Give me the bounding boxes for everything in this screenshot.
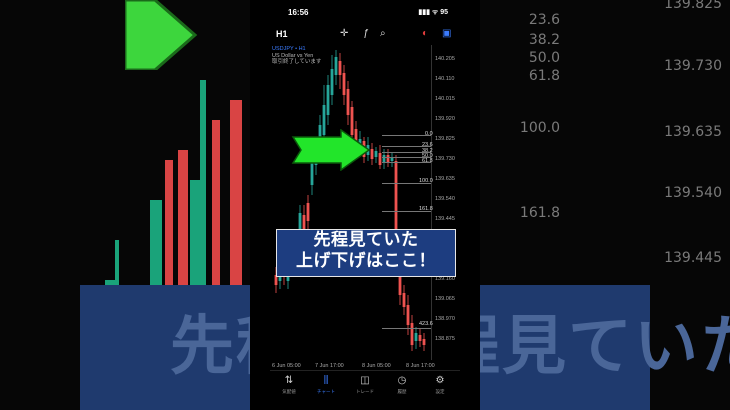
price-axis [431,45,460,360]
price-chart[interactable]: USDJPY • H1 US Dollar vs Yen 取引終了しています 1… [270,45,460,369]
candle-body [326,85,330,115]
nav-label: 設定 [435,389,445,394]
status-bar: 16:56 ▮▮▮ ᯤ 95 [270,7,460,19]
price-label: 139.065 [435,296,455,302]
nav-history[interactable]: ◷ 履歴 [384,375,420,395]
candle-body [410,323,414,345]
caption-line-1: 先程見ていた [313,230,419,250]
candle-body [402,293,406,307]
fib-level-label: 423.6 [419,321,433,327]
date-label: 7 Jun 17:00 [315,363,344,369]
bg-fib-price: 139.635 [664,124,722,140]
bg-fib-price: 139.730 [664,58,722,74]
objects-icon[interactable]: ⌕ [380,28,386,39]
bottom-navigation: ⇅ 気配値 ⫼ チャート ◫ トレード ◷ 履歴 ⚙ 設定 [270,370,460,410]
fib-level-label: 0.0 [425,131,433,137]
candle-body [330,69,334,95]
bg-fib-price: 139.445 [664,250,722,266]
candles [274,50,426,351]
candle-body [378,153,382,165]
nav-label: 履歴 [397,389,407,394]
candle-body [334,57,338,75]
price-label: 139.920 [435,116,455,122]
nav-label: トレード [356,389,374,394]
caption-line-2: 上げ下げはここ！ [296,251,436,271]
bg-fib-level: 23.6 [528,12,560,28]
history-icon: ◷ [397,375,407,386]
quotes-icon: ⇅ [284,375,294,386]
bg-fib-level: 61.8 [528,68,560,84]
caption-overlay: 先程見ていた 上げ下げはここ！ [276,229,456,277]
price-label: 140.205 [435,56,455,62]
candle-body [342,73,346,95]
background-right: 23.6 139.825 38.2 50.0 139.730 61.8 100.… [480,0,730,410]
price-label: 139.825 [435,136,455,142]
trade-icon[interactable]: ◐ [422,28,428,39]
date-label: 8 Jun 17:00 [406,363,435,369]
pointer-arrow-icon [291,129,371,171]
nav-label: 気配値 [282,389,296,394]
fib-line [382,328,431,329]
date-label: 6 Jun 05:00 [272,363,301,369]
candle-body [374,151,378,157]
status-icons: ▮▮▮ ᯤ 95 [418,9,448,16]
candle-body [406,305,410,325]
candle-body [370,149,374,159]
background-banner-text: 先程見ていた 上げ下げはここ！ [170,310,250,384]
price-label: 139.730 [435,156,455,162]
fib-level-label: 61.8 [422,158,433,164]
price-label: 139.540 [435,196,455,202]
bg-fib-level: 38.2 [528,32,560,48]
candle-body [306,203,310,221]
price-label: 140.015 [435,96,455,102]
price-label: 138.970 [435,316,455,322]
bg-fib-level: 50.0 [528,50,560,66]
trade-chart-icon: ◫ [360,375,370,386]
candle-body [414,333,418,341]
phone-screen: 16:56 ▮▮▮ ᯤ 95 H1 ✛ ƒ ⌕ ◐ ▣ USDJPY • H1 … [270,0,460,410]
nav-settings[interactable]: ⚙ 設定 [422,375,458,395]
nav-quotes[interactable]: ⇅ 気配値 [271,375,307,395]
date-label: 8 Jun 05:00 [362,363,391,369]
fib-level-label: 100.0 [419,178,433,184]
background-banner-text-right: 先程見ていた 上げ下げはここ！ [480,310,730,384]
connection-icon[interactable]: ▣ [442,28,451,39]
price-label: 139.635 [435,176,455,182]
nav-chart[interactable]: ⫼ チャート [308,375,344,395]
candle-body [346,89,350,115]
price-label: 140.110 [435,76,455,82]
timeframe-button[interactable]: H1 [276,29,288,39]
settings-icon: ⚙ [435,375,445,386]
crosshair-icon[interactable]: ✛ [340,28,348,39]
background-candles [105,80,242,320]
chart-icon: ⫼ [323,375,329,386]
bg-fib-level: 161.8 [519,205,560,221]
candle-body [422,339,426,345]
bg-fib-price: 139.825 [664,0,722,12]
nav-label: チャート [317,389,335,394]
candle-body [418,335,422,341]
candle-body [338,61,342,75]
nav-trade[interactable]: ◫ トレード [347,375,383,395]
price-label: 139.445 [435,216,455,222]
status-time: 16:56 [288,8,309,17]
chart-toolbar: H1 ✛ ƒ ⌕ ◐ ▣ [270,27,460,43]
background-left: 先程見ていた 上げ下げはここ！ [0,0,250,410]
function-icon[interactable]: ƒ [363,28,369,39]
price-label: 138.875 [435,336,455,342]
bg-fib-price: 139.540 [664,185,722,201]
fib-line [382,135,431,136]
fib-level-label: 161.8 [419,206,433,212]
bg-fib-level: 100.0 [519,120,560,136]
